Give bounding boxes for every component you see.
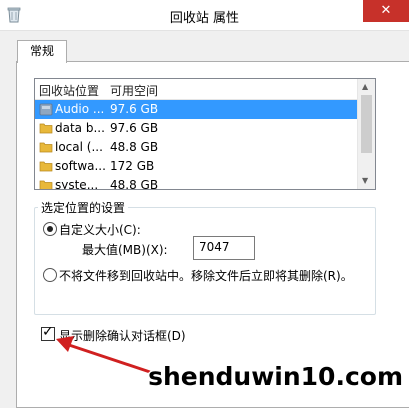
column-header-free-space[interactable]: 可用空间 (110, 82, 158, 99)
group-legend: 选定位置的设置 (38, 199, 129, 216)
folder-icon (39, 180, 53, 189)
location-name: softwa... (55, 159, 106, 173)
checkmark-icon: ✓ (42, 324, 54, 340)
free-space: 97.6 GB (110, 102, 159, 116)
window-title: 回收站 属性 (169, 11, 240, 26)
custom-size-label[interactable]: 自定义大小(C): (59, 221, 141, 238)
title-bar: 回收站 属性 ✕ (0, 0, 409, 31)
no-recycle-label[interactable]: 不将文件移到回收站中。移除文件后立即将其删除(R)。 (59, 267, 353, 284)
folder-icon (39, 142, 53, 153)
list-item[interactable]: Audio ... 97.6 GB (35, 100, 357, 119)
max-value-label: 最大值(MB)(X): (82, 243, 168, 257)
list-item[interactable]: data b... 97.6 GB (35, 119, 357, 138)
scroll-down-icon[interactable]: ▼ (362, 176, 368, 185)
confirm-delete-checkbox[interactable]: ✓ (41, 324, 55, 341)
close-button[interactable]: ✕ (363, 0, 409, 22)
list-item[interactable]: local (... 48.8 GB (35, 138, 357, 157)
no-recycle-radio[interactable] (43, 268, 57, 282)
location-name: syste... (55, 178, 99, 190)
scrollbar-thumb[interactable] (361, 95, 372, 153)
radio-dot (47, 226, 53, 232)
recycle-location-list[interactable]: 回收站位置 可用空间 Audio ... 97.6 GB data b... 9… (34, 78, 376, 190)
max-size-value: 7047 (199, 240, 230, 254)
list-item[interactable]: softwa... 172 GB (35, 157, 357, 176)
location-name: local (... (55, 140, 103, 154)
max-size-input[interactable]: 7047 (193, 236, 255, 260)
location-name: data b... (55, 121, 105, 135)
folder-icon (39, 161, 53, 172)
drive-icon (39, 103, 53, 116)
free-space: 48.8 GB (110, 140, 159, 154)
folder-icon (39, 123, 53, 134)
free-space: 97.6 GB (110, 121, 159, 135)
free-space: 172 GB (110, 159, 155, 173)
list-item[interactable]: syste... 48.8 GB (35, 176, 357, 190)
custom-size-radio[interactable] (43, 222, 57, 236)
location-name: Audio ... (55, 102, 105, 116)
free-space: 48.8 GB (110, 178, 159, 190)
confirm-delete-label[interactable]: 显示删除确认对话框(D) (59, 327, 186, 344)
column-header-location[interactable]: 回收站位置 (39, 82, 99, 99)
watermark: shenduwin10.com (148, 362, 403, 391)
scroll-up-icon[interactable]: ▲ (362, 82, 368, 91)
list-header: 回收站位置 可用空间 (35, 79, 357, 100)
tab-general[interactable]: 常规 (17, 40, 67, 63)
list-scrollbar[interactable]: ▲ ▼ (357, 79, 375, 189)
